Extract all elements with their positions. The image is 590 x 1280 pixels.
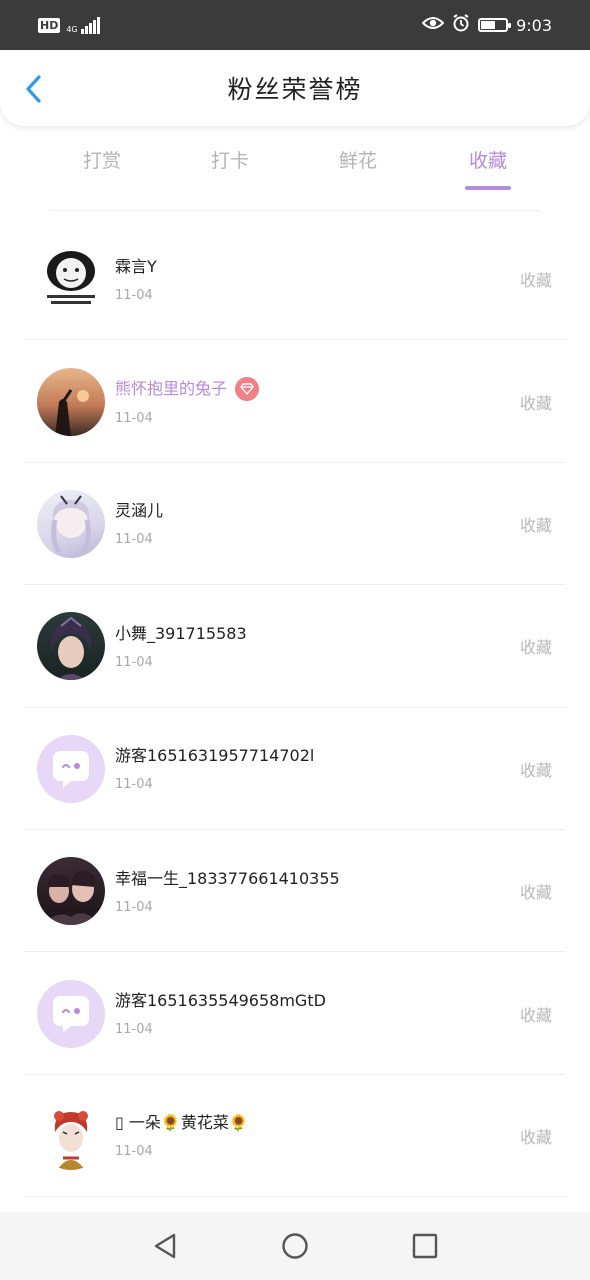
- fan-info: 熊怀抱里的兔子 11-04: [115, 377, 260, 427]
- tab-checkin[interactable]: 打卡: [188, 138, 272, 198]
- tab-flowers[interactable]: 鲜花: [316, 138, 400, 198]
- fan-date: 11-04: [115, 899, 153, 915]
- favorite-action[interactable]: 收藏: [520, 267, 552, 291]
- recent-square-icon: [412, 1233, 438, 1259]
- diamond-icon: [235, 377, 260, 402]
- favorite-action[interactable]: 收藏: [520, 757, 552, 781]
- fan-name-text: 霖言Y: [115, 256, 157, 276]
- fan-name: 幸福一生_183377661410355: [115, 868, 340, 890]
- tab-label: 打赏: [82, 150, 121, 172]
- system-nav-bar: [0, 1212, 590, 1280]
- list-item[interactable]: ▯ 一朵🌻黄花菜🌻 11-04 收藏: [0, 1075, 590, 1198]
- home-circle-icon: [282, 1233, 308, 1259]
- tab-label: 鲜花: [338, 150, 377, 172]
- tab-divider: [50, 210, 540, 211]
- favorite-action[interactable]: 收藏: [520, 512, 552, 536]
- list-item[interactable]: 幸福一生_183377661410355 11-04 收藏: [0, 830, 590, 953]
- header: 粉丝荣誉榜: [0, 50, 590, 126]
- chevron-left-icon: [26, 75, 41, 103]
- fan-name-text: 游客1651631957714702l: [115, 746, 315, 766]
- avatar: [37, 367, 105, 436]
- tab-reward[interactable]: 打赏: [60, 138, 144, 198]
- status-bar: HD 4G 9:03: [0, 0, 590, 50]
- tab-label: 打卡: [210, 150, 249, 172]
- fan-info: 小舞_391715583 11-04: [115, 623, 247, 670]
- tab-bar: 打赏 打卡 鲜花 收藏: [0, 138, 590, 198]
- avatar: [37, 979, 105, 1048]
- back-triangle-icon: [154, 1233, 176, 1259]
- fan-date: 11-04: [115, 1022, 153, 1038]
- list-item[interactable]: 熊怀抱里的兔子 11-04 收藏: [0, 340, 590, 463]
- status-right: 9:03: [421, 14, 552, 36]
- nav-back-button[interactable]: [145, 1226, 185, 1266]
- fan-name-text: 熊怀抱里的兔子: [115, 379, 228, 399]
- back-button[interactable]: [18, 72, 48, 106]
- fan-name: 游客1651631957714702l: [115, 745, 314, 767]
- fan-name: 小舞_391715583: [115, 623, 247, 645]
- default-avatar-icon: [53, 995, 89, 1033]
- fan-list: 霖言Y 11-04 收藏 熊怀抱里的兔子 11-04 收藏 灵涵儿 11-04 …: [0, 218, 590, 1198]
- status-left: HD 4G: [38, 16, 100, 34]
- favorite-action[interactable]: 收藏: [520, 1124, 552, 1148]
- fan-name-text: 游客1651635549658mGtD: [115, 991, 326, 1011]
- battery-level: [481, 21, 496, 29]
- tab-label: 收藏: [468, 150, 507, 172]
- list-item[interactable]: 小舞_391715583 11-04 收藏: [0, 585, 590, 708]
- fan-name: 霖言Y: [115, 256, 157, 278]
- default-avatar-icon: [53, 750, 89, 788]
- battery-icon: [478, 18, 512, 32]
- tab-favorites[interactable]: 收藏: [446, 138, 530, 198]
- fan-date: 11-04: [115, 287, 153, 303]
- signal-icon: 4G: [66, 16, 100, 34]
- fan-name-text: ▯ 一朵🌻黄花菜🌻: [115, 1113, 249, 1133]
- tab-active-indicator: [465, 186, 511, 190]
- alarm-icon: [452, 14, 470, 36]
- eye-icon: [421, 15, 445, 35]
- fan-name: 游客1651635549658mGtD: [115, 990, 326, 1012]
- favorite-action[interactable]: 收藏: [520, 634, 552, 658]
- avatar: [37, 734, 105, 803]
- list-item[interactable]: 灵涵儿 11-04 收藏: [0, 463, 590, 586]
- favorite-action[interactable]: 收藏: [520, 390, 552, 414]
- fan-info: 灵涵儿 11-04: [115, 500, 163, 547]
- fan-info: 游客1651631957714702l 11-04: [115, 745, 314, 792]
- fan-info: 霖言Y 11-04: [115, 256, 157, 303]
- fan-name-text: 灵涵儿: [115, 501, 164, 521]
- avatar: [37, 489, 105, 558]
- fan-name-text: 幸福一生_183377661410355: [115, 868, 340, 888]
- favorite-action[interactable]: 收藏: [520, 879, 552, 903]
- list-item[interactable]: 霖言Y 11-04 收藏: [0, 218, 590, 341]
- fan-info: ▯ 一朵🌻黄花菜🌻 11-04: [115, 1112, 249, 1159]
- fan-name-text: 小舞_391715583: [115, 623, 247, 643]
- nav-home-button[interactable]: [275, 1226, 315, 1266]
- network-type: 4G: [66, 24, 78, 34]
- fan-name: 灵涵儿: [115, 500, 163, 522]
- list-item[interactable]: 游客1651631957714702l 11-04 收藏: [0, 708, 590, 830]
- fan-date: 11-04: [115, 411, 153, 427]
- fan-name: ▯ 一朵🌻黄花菜🌻: [115, 1112, 249, 1134]
- hd-badge: HD: [38, 17, 61, 33]
- clock-time: 9:03: [516, 15, 552, 35]
- fan-date: 11-04: [115, 532, 153, 548]
- avatar: [37, 857, 105, 926]
- page-title: 粉丝荣誉榜: [227, 75, 363, 104]
- fan-info: 幸福一生_183377661410355 11-04: [115, 868, 340, 915]
- avatar: [37, 612, 105, 681]
- avatar: [37, 245, 105, 314]
- row-divider: [24, 1196, 566, 1198]
- fan-date: 11-04: [115, 654, 153, 670]
- favorite-action[interactable]: 收藏: [520, 1002, 552, 1026]
- fan-date: 11-04: [115, 777, 153, 793]
- fan-info: 游客1651635549658mGtD 11-04: [115, 990, 326, 1037]
- nav-recent-button[interactable]: [405, 1226, 445, 1266]
- fan-date: 11-04: [115, 1144, 153, 1160]
- list-item[interactable]: 游客1651635549658mGtD 11-04 收藏: [0, 952, 590, 1075]
- fan-name: 熊怀抱里的兔子: [115, 377, 260, 402]
- avatar: [37, 1101, 105, 1170]
